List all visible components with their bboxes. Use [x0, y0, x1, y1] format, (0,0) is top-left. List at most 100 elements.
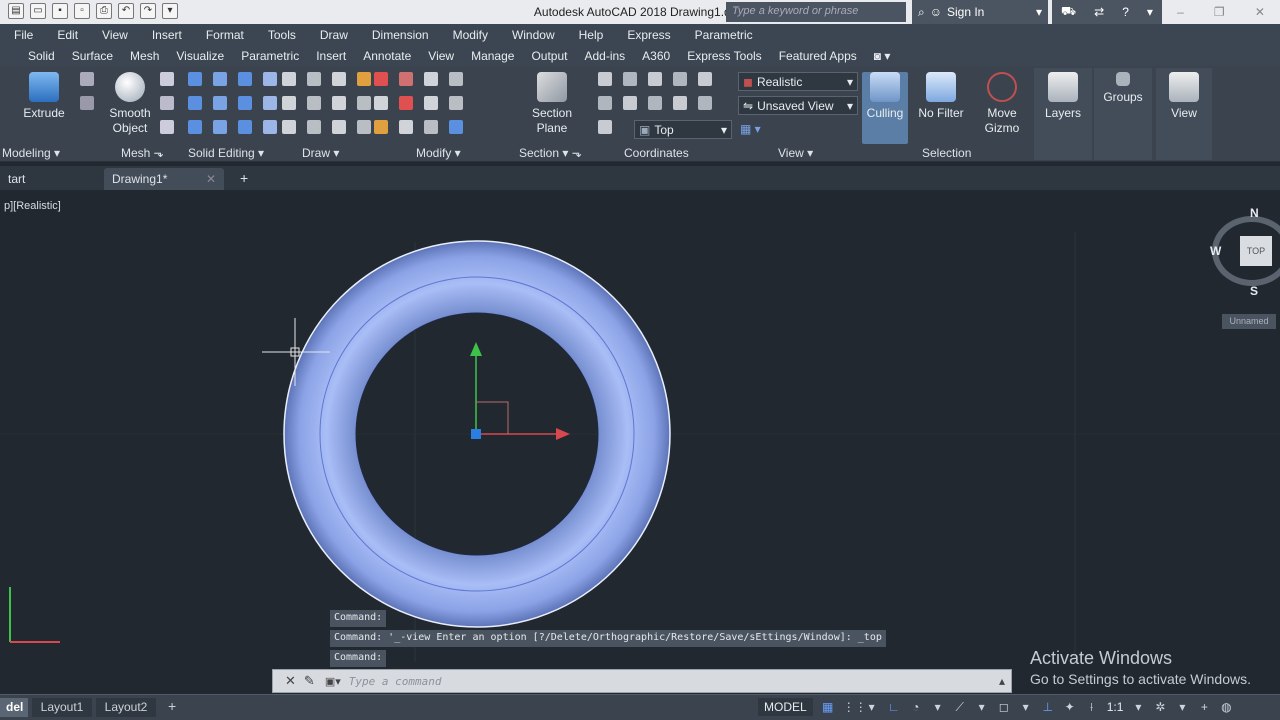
panel-label-modify[interactable]: Modify ▾: [416, 146, 461, 162]
tab-output[interactable]: Output: [531, 49, 567, 63]
ucs-y-icon[interactable]: [648, 96, 662, 110]
trim-icon[interactable]: [374, 72, 388, 86]
isolate-objects-icon[interactable]: ◍: [1219, 700, 1233, 714]
menu-item-tools[interactable]: Tools: [268, 28, 296, 42]
new-tab-button[interactable]: +: [232, 168, 256, 190]
menu-item-parametric[interactable]: Parametric: [695, 28, 753, 42]
tab-model[interactable]: del: [0, 698, 28, 717]
tab-add-ins[interactable]: Add-ins: [584, 49, 625, 63]
copy-icon[interactable]: [449, 96, 463, 110]
chevron-down-icon[interactable]: ▾: [1175, 700, 1189, 714]
point-icon[interactable]: [357, 96, 371, 110]
mesh-collapse-icon[interactable]: [160, 120, 174, 134]
cart-icon[interactable]: ⛟: [1061, 4, 1076, 20]
subtract-icon[interactable]: [213, 72, 227, 86]
menu-item-express[interactable]: Express: [627, 28, 670, 42]
circle-select-icon[interactable]: [424, 96, 438, 110]
grid-icon[interactable]: ▦: [821, 700, 835, 714]
visual-style-dropdown[interactable]: ◼ Realistic ▾: [738, 72, 858, 91]
panel-label-coordinates[interactable]: Coordinates: [624, 146, 689, 162]
fillet-edge-icon[interactable]: [188, 96, 202, 110]
chevron-down-icon[interactable]: ▾: [975, 700, 989, 714]
command-prompt-icon[interactable]: ▣▾: [325, 675, 341, 688]
ucs-world-icon[interactable]: [623, 72, 637, 86]
tab-layout2[interactable]: Layout2: [96, 698, 156, 717]
circle-icon[interactable]: [332, 96, 346, 110]
chevron-down-icon[interactable]: ▾: [1019, 700, 1033, 714]
panel-label-modeling[interactable]: Modeling ▾: [2, 146, 60, 162]
smooth-object-button[interactable]: Smooth Object: [100, 72, 160, 136]
tab-insert[interactable]: Insert: [316, 49, 346, 63]
isodraft-icon[interactable]: ⟋: [953, 700, 967, 714]
menu-item-edit[interactable]: Edit: [57, 28, 78, 42]
command-input[interactable]: Type a command: [349, 675, 442, 688]
grid-array-icon[interactable]: [449, 120, 463, 134]
tab-featured-apps[interactable]: Featured Apps: [779, 49, 857, 63]
tab-layout1[interactable]: Layout1: [32, 698, 92, 717]
minimize-icon[interactable]: –: [1177, 5, 1184, 19]
view-panel-button[interactable]: View: [1156, 68, 1212, 160]
tab-view[interactable]: View: [428, 49, 454, 63]
chamfer-edge-icon[interactable]: [263, 120, 277, 134]
annotation-scale-icon[interactable]: ⟊: [1085, 700, 1099, 714]
tab-a360[interactable]: A360: [642, 49, 670, 63]
close-icon[interactable]: ✕: [1255, 5, 1265, 19]
dynamic-ucs-icon[interactable]: ⊥: [1041, 700, 1055, 714]
presspull-icon[interactable]: [80, 72, 94, 86]
restore-icon[interactable]: ❐: [1214, 5, 1225, 19]
extract-edges-icon[interactable]: [238, 96, 252, 110]
offset-edge-icon[interactable]: [213, 120, 227, 134]
array-icon[interactable]: [424, 120, 438, 134]
polysolid-icon[interactable]: [80, 96, 94, 110]
layers-button[interactable]: Layers: [1034, 68, 1092, 160]
close-icon[interactable]: ✕: [285, 673, 296, 689]
viewcube[interactable]: N W S TOP: [1208, 206, 1280, 298]
panel-label-view[interactable]: View ▾: [778, 146, 813, 162]
ucs-x-icon[interactable]: [623, 96, 637, 110]
separate-icon[interactable]: [238, 120, 252, 134]
panel-label-draw[interactable]: Draw ▾: [302, 146, 339, 162]
ucs-object-icon[interactable]: [598, 96, 612, 110]
panel-label-selection[interactable]: Selection: [922, 146, 971, 162]
tab-visualize[interactable]: Visualize: [176, 49, 224, 63]
ucs-menu[interactable]: Unnamed: [1222, 314, 1276, 329]
spline-icon[interactable]: [282, 96, 296, 110]
model-space-button[interactable]: MODEL: [758, 698, 813, 716]
viewcube-top-face[interactable]: TOP: [1240, 236, 1272, 266]
construction-line-icon[interactable]: [307, 96, 321, 110]
chevron-down-icon[interactable]: ▾: [1147, 5, 1153, 19]
ucs-view-icon[interactable]: [698, 72, 712, 86]
ucs-3point-icon[interactable]: [698, 96, 712, 110]
compass-n[interactable]: N: [1250, 206, 1259, 220]
section-plane-button[interactable]: Section Plane: [522, 72, 582, 136]
compass-w[interactable]: W: [1210, 244, 1221, 258]
groups-button[interactable]: Groups: [1094, 68, 1152, 160]
snap-icon[interactable]: ⋮⋮: [843, 700, 867, 714]
3d-align-icon[interactable]: [449, 72, 463, 86]
ucs-origin-icon[interactable]: [648, 72, 662, 86]
menu-item-file[interactable]: File: [14, 28, 33, 42]
stretch-icon[interactable]: [374, 120, 388, 134]
no-filter-button[interactable]: No Filter: [912, 72, 970, 121]
tab-surface[interactable]: Surface: [72, 49, 113, 63]
ucs-face-icon[interactable]: [673, 96, 687, 110]
intersect-icon[interactable]: [238, 72, 252, 86]
chevron-down-icon[interactable]: ▾: [865, 700, 879, 714]
tab-drawing1[interactable]: Drawing1* ✕: [104, 168, 224, 190]
tab-annotate[interactable]: Annotate: [363, 49, 411, 63]
tab-parametric[interactable]: Parametric: [241, 49, 299, 63]
gear-icon[interactable]: ✲: [1153, 700, 1167, 714]
mesh-crease-icon[interactable]: [160, 96, 174, 110]
mirror-icon[interactable]: [399, 120, 413, 134]
menu-item-modify[interactable]: Modify: [453, 28, 488, 42]
line-icon[interactable]: [357, 72, 371, 86]
menu-item-format[interactable]: Format: [206, 28, 244, 42]
menu-item-help[interactable]: Help: [579, 28, 604, 42]
annotation-visibility-icon[interactable]: ✦: [1063, 700, 1077, 714]
close-icon[interactable]: ✕: [206, 172, 216, 186]
panel-label-solid-editing[interactable]: Solid Editing ▾: [188, 146, 264, 162]
ellipse-icon[interactable]: [332, 120, 346, 134]
help-icon[interactable]: ?: [1122, 5, 1129, 19]
move-icon[interactable]: [424, 72, 438, 86]
union-icon[interactable]: [188, 72, 202, 86]
